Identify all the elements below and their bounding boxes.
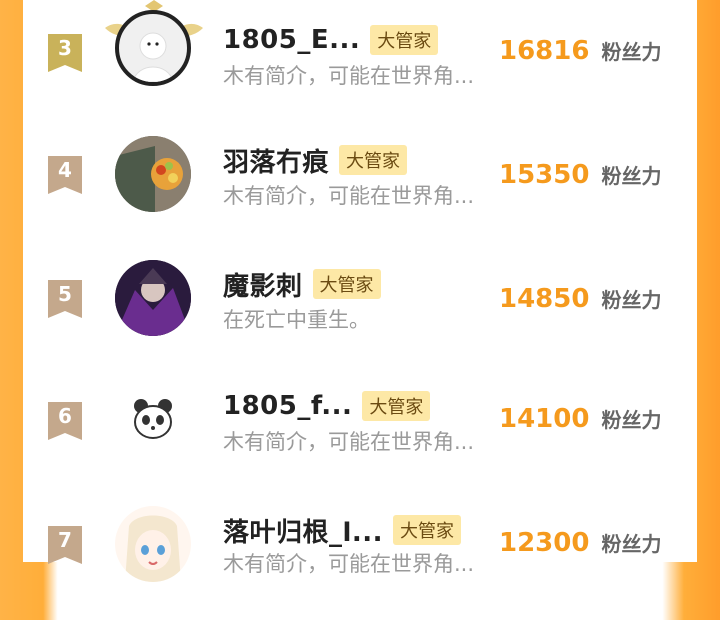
name-line: 1805_E... 大管家 [223,22,439,58]
rank-number: 4 [58,158,72,182]
user-name[interactable]: 1805_f... [223,391,352,421]
role-badge: 大管家 [362,391,431,421]
role-badge: 大管家 [393,515,462,545]
rank-number: 6 [58,404,72,428]
name-line: 落叶归根_l... 大管家 [223,512,462,549]
role-badge: 大管家 [312,269,381,299]
avatar-photo-icon [115,136,191,212]
fan-score-unit: 粉丝力 [601,164,662,188]
fan-score-unit: 粉丝力 [601,532,662,556]
avatar[interactable] [115,382,191,458]
fan-score: 16816 粉丝力 [499,36,661,66]
list-item[interactable]: 7 落叶归根_l... 大管家 木有简介，可能在世界角... 12300 粉丝力 [23,496,697,620]
user-bio: 木有简介，可能在世界角... [223,552,475,576]
fan-score-value: 16816 [499,36,590,66]
fan-score-unit: 粉丝力 [601,408,662,432]
avatar-photo-icon [115,260,191,336]
rank-badge: 6 [48,402,82,440]
rank-badge: 7 [48,526,82,564]
name-line: 魔影刺 大管家 [223,266,381,302]
rank-number: 3 [58,36,72,60]
list-item[interactable]: 6 1805_f... 大管家 木有简介，可能在世界角... 14100 粉丝力 [23,372,697,496]
list-item[interactable]: 5 魔影刺 大管家 在死亡中重生。 14850 粉丝力 [23,248,697,372]
user-bio: 木有简介，可能在世界角... [223,184,475,208]
name-line: 羽落冇痕 大管家 [223,142,408,179]
name-line: 1805_f... 大管家 [223,388,431,424]
fan-score-value: 14850 [499,284,590,314]
anime-avatar-icon [125,515,181,582]
user-name[interactable]: 魔影刺 [223,266,303,303]
fan-score: 14100 粉丝力 [499,404,661,434]
list-item[interactable]: 4 羽落冇痕 大管家 木有简介，可能在世界角... 15350 粉丝力 [23,124,697,248]
rank-badge: 3 [48,34,82,72]
user-bio: 在死亡中重生。 [223,308,370,332]
fan-score-unit: 粉丝力 [601,40,662,64]
fan-ranking-list: 3 1805_E... 大管家 木有简介，可能在世界角... 16816 粉丝力 [23,0,697,582]
avatar[interactable] [115,260,191,336]
list-item[interactable]: 3 1805_E... 大管家 木有简介，可能在世界角... 16816 粉丝力 [23,0,697,124]
avatar[interactable] [115,10,191,86]
user-name[interactable]: 羽落冇痕 [223,142,329,179]
rank-number: 7 [58,528,72,552]
user-bio: 木有简介，可能在世界角... [223,430,475,454]
fan-score-value: 14100 [499,404,590,434]
rank-badge: 5 [48,280,82,318]
fan-score: 12300 粉丝力 [499,528,661,558]
fan-score: 14850 粉丝力 [499,284,661,314]
user-silhouette-icon [132,32,174,82]
user-name[interactable]: 落叶归根_l... [223,512,383,549]
user-bio: 木有简介，可能在世界角... [223,64,475,88]
panda-avatar-icon [134,399,172,439]
role-badge: 大管家 [339,145,408,175]
user-name[interactable]: 1805_E... [223,25,360,55]
fan-score: 15350 粉丝力 [499,160,661,190]
avatar[interactable] [115,506,191,582]
avatar[interactable] [115,136,191,212]
rank-number: 5 [58,282,72,306]
rank-badge: 4 [48,156,82,194]
fan-score-value: 12300 [499,528,590,558]
role-badge: 大管家 [370,25,439,55]
fan-score-value: 15350 [499,160,590,190]
fan-score-unit: 粉丝力 [601,288,662,312]
